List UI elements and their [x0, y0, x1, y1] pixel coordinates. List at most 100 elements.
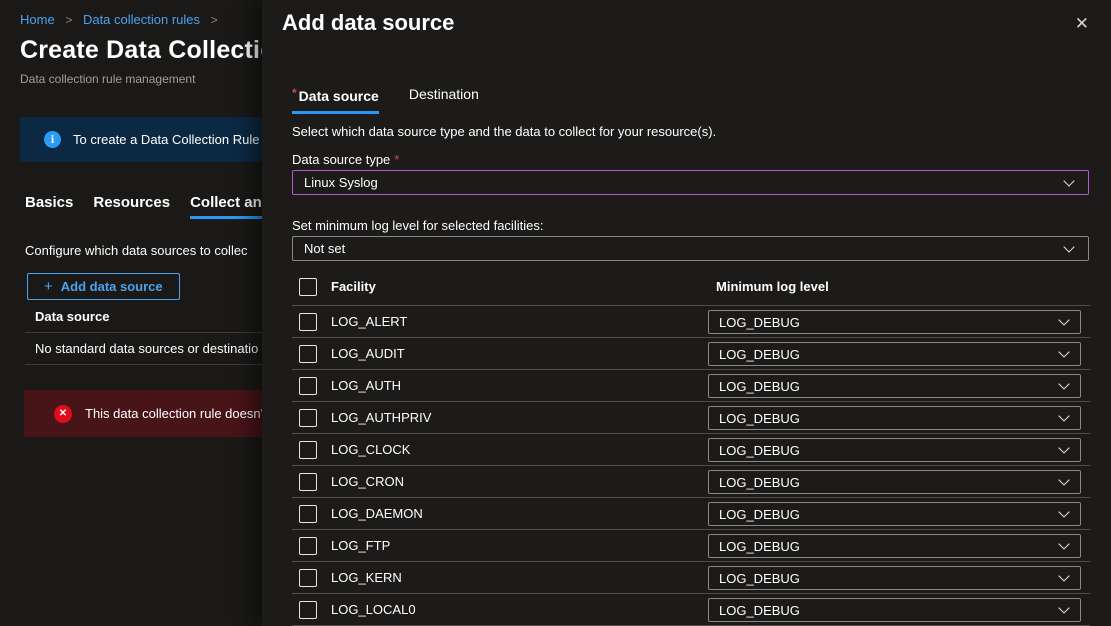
facility-label: LOG_AUDIT	[331, 346, 405, 361]
page-subtitle: Data collection rule management	[20, 72, 195, 86]
facility-row: LOG_LOCAL0 LOG_DEBUG	[292, 594, 1090, 626]
chevron-down-icon	[1063, 175, 1074, 186]
chevron-down-icon	[1058, 378, 1069, 389]
facility-level-value: LOG_DEBUG	[719, 315, 800, 330]
chevron-down-icon	[1058, 538, 1069, 549]
panel-title: Add data source	[282, 10, 454, 36]
facility-level-select[interactable]: LOG_DEBUG	[708, 342, 1081, 366]
facility-row: LOG_DAEMON LOG_DEBUG	[292, 498, 1090, 530]
chevron-down-icon	[1058, 474, 1069, 485]
facility-label: LOG_DAEMON	[331, 506, 423, 521]
add-data-source-button-label: Add data source	[61, 279, 163, 294]
facility-row: LOG_CRON LOG_DEBUG	[292, 466, 1090, 498]
facility-level-select[interactable]: LOG_DEBUG	[708, 502, 1081, 526]
facility-rows: LOG_ALERT LOG_DEBUG LOG_AUDIT LOG_DEBUG …	[292, 306, 1090, 626]
configure-instruction: Configure which data sources to collec	[25, 243, 248, 258]
facility-level-select[interactable]: LOG_DEBUG	[708, 406, 1081, 430]
chevron-down-icon	[1058, 410, 1069, 421]
facility-level-select[interactable]: LOG_DEBUG	[708, 534, 1081, 558]
min-log-level-label: Set minimum log level for selected facil…	[292, 218, 543, 233]
facility-level-select[interactable]: LOG_DEBUG	[708, 598, 1081, 622]
min-log-level-select[interactable]: Not set	[292, 236, 1089, 261]
facility-label: LOG_AUTH	[331, 378, 401, 393]
facility-checkbox[interactable]	[299, 537, 317, 555]
data-source-type-label: Data source type *	[292, 152, 399, 167]
facility-row: LOG_CLOCK LOG_DEBUG	[292, 434, 1090, 466]
facility-level-select[interactable]: LOG_DEBUG	[708, 566, 1081, 590]
facility-checkbox[interactable]	[299, 313, 317, 331]
tab-data-source-label: Data source	[299, 88, 379, 104]
facility-checkbox[interactable]	[299, 601, 317, 619]
facility-label: LOG_CRON	[331, 474, 404, 489]
breadcrumb-rules-link[interactable]: Data collection rules	[83, 12, 200, 27]
data-source-type-select[interactable]: Linux Syslog	[292, 170, 1089, 195]
facility-level-value: LOG_DEBUG	[719, 443, 800, 458]
facility-checkbox[interactable]	[299, 441, 317, 459]
min-log-level-value: Not set	[304, 241, 345, 256]
facility-level-value: LOG_DEBUG	[719, 379, 800, 394]
facility-level-select[interactable]: LOG_DEBUG	[708, 310, 1081, 334]
facility-row: LOG_ALERT LOG_DEBUG	[292, 306, 1090, 338]
tab-basics[interactable]: Basics	[25, 194, 73, 219]
select-all-checkbox[interactable]	[299, 278, 317, 296]
facility-row: LOG_FTP LOG_DEBUG	[292, 530, 1090, 562]
facility-checkbox[interactable]	[299, 377, 317, 395]
facility-level-value: LOG_DEBUG	[719, 347, 800, 362]
required-asterisk: *	[394, 152, 399, 167]
tab-data-source[interactable]: *Data source	[292, 86, 379, 114]
facility-checkbox[interactable]	[299, 473, 317, 491]
add-data-source-panel: Add data source ✕ *Data source Destinati…	[262, 0, 1111, 626]
data-source-type-value: Linux Syslog	[304, 175, 378, 190]
chevron-down-icon	[1058, 506, 1069, 517]
facility-label: LOG_AUTHPRIV	[331, 410, 431, 425]
chevron-down-icon	[1058, 346, 1069, 357]
breadcrumb-separator-icon: >	[211, 13, 218, 27]
facility-row: LOG_AUTH LOG_DEBUG	[292, 370, 1090, 402]
facility-level-value: LOG_DEBUG	[719, 571, 800, 586]
facility-table: Facility Minimum log level LOG_ALERT LOG…	[292, 268, 1090, 626]
facility-level-select[interactable]: LOG_DEBUG	[708, 438, 1081, 462]
facility-table-header: Facility Minimum log level	[292, 268, 1090, 306]
data-source-type-label-text: Data source type	[292, 152, 390, 167]
facility-level-value: LOG_DEBUG	[719, 411, 800, 426]
facility-label: LOG_LOCAL0	[331, 602, 416, 617]
facility-level-value: LOG_DEBUG	[719, 603, 800, 618]
facility-checkbox[interactable]	[299, 409, 317, 427]
facility-checkbox[interactable]	[299, 345, 317, 363]
facility-label: LOG_CLOCK	[331, 442, 410, 457]
tab-destination[interactable]: Destination	[409, 86, 479, 114]
breadcrumb-home-link[interactable]: Home	[20, 12, 55, 27]
error-icon: ✕	[54, 405, 72, 423]
chevron-down-icon	[1058, 602, 1069, 613]
facility-label: LOG_ALERT	[331, 314, 407, 329]
facility-row: LOG_KERN LOG_DEBUG	[292, 562, 1090, 594]
column-header-min-log-level: Minimum log level	[716, 279, 829, 294]
info-icon: i	[44, 131, 61, 148]
facility-checkbox[interactable]	[299, 569, 317, 587]
facility-label: LOG_FTP	[331, 538, 390, 553]
tab-resources[interactable]: Resources	[93, 194, 170, 219]
plus-icon: +	[44, 278, 53, 295]
breadcrumb: Home > Data collection rules >	[20, 12, 225, 27]
data-source-list-header: Data source	[35, 309, 109, 324]
chevron-down-icon	[1058, 570, 1069, 581]
chevron-down-icon	[1058, 442, 1069, 453]
facility-row: LOG_AUTHPRIV LOG_DEBUG	[292, 402, 1090, 434]
required-asterisk: *	[292, 86, 297, 100]
facility-row: LOG_AUDIT LOG_DEBUG	[292, 338, 1090, 370]
empty-list-message: No standard data sources or destinatio	[35, 341, 258, 356]
breadcrumb-separator-icon: >	[65, 13, 72, 27]
facility-level-select[interactable]: LOG_DEBUG	[708, 374, 1081, 398]
column-header-facility: Facility	[331, 279, 376, 294]
facility-level-value: LOG_DEBUG	[719, 475, 800, 490]
panel-tabs: *Data source Destination	[292, 86, 479, 114]
add-data-source-button[interactable]: + Add data source	[27, 273, 180, 300]
chevron-down-icon	[1058, 314, 1069, 325]
facility-level-value: LOG_DEBUG	[719, 507, 800, 522]
panel-description: Select which data source type and the da…	[292, 124, 716, 139]
chevron-down-icon	[1063, 241, 1074, 252]
facility-label: LOG_KERN	[331, 570, 402, 585]
facility-checkbox[interactable]	[299, 505, 317, 523]
close-icon[interactable]: ✕	[1075, 15, 1089, 32]
facility-level-select[interactable]: LOG_DEBUG	[708, 470, 1081, 494]
